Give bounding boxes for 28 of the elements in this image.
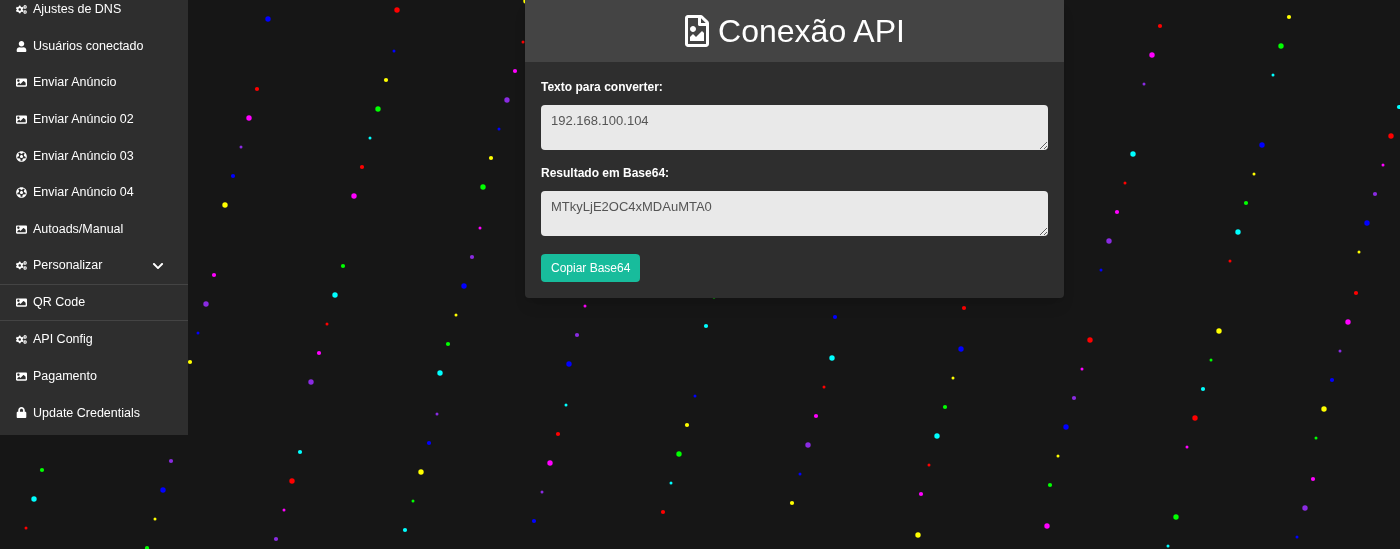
gears-icon	[16, 260, 27, 272]
user-icon	[16, 40, 27, 52]
sidebar-item[interactable]: Enviar Anúncio 04	[0, 174, 188, 212]
sidebar-item[interactable]: Personalizar	[0, 247, 188, 285]
text-area[interactable]: 192.168.100.104	[541, 105, 1048, 150]
image-icon	[16, 113, 27, 125]
image-icon	[16, 296, 27, 308]
text-area[interactable]: MTkyLjE2OC4xMDAuMTA0	[541, 191, 1048, 236]
field-label: Resultado em Base64:	[541, 165, 671, 182]
sidebar-item[interactable]: Autoads/Manual	[0, 211, 188, 248]
sidebar-item[interactable]: Usuários conectado	[0, 27, 188, 65]
image-icon	[16, 77, 27, 89]
sidebar-item[interactable]: QR Code	[0, 284, 188, 322]
image-file-icon	[684, 15, 711, 47]
image-icon	[16, 223, 27, 235]
sidebar-item[interactable]: Pagamento	[0, 357, 188, 395]
field-label: Texto para converter:	[541, 79, 664, 96]
sidebar-item[interactable]: Ajustes de DNS	[0, 0, 188, 28]
lock-icon	[16, 407, 27, 419]
gears-icon	[16, 3, 27, 15]
panel-title: Conexão API	[718, 12, 905, 51]
sidebar-item[interactable]: Enviar Anúncio 03	[0, 137, 188, 175]
sidebar-item[interactable]: Update Credentials	[0, 394, 188, 432]
sidebar-item[interactable]: Enviar Anúncio 02	[0, 101, 188, 138]
image-icon	[16, 370, 27, 382]
gears-icon	[16, 334, 27, 346]
sidebar-item[interactable]: Enviar Anúncio	[0, 64, 188, 102]
sidebar-item[interactable]: API Config	[0, 321, 188, 358]
